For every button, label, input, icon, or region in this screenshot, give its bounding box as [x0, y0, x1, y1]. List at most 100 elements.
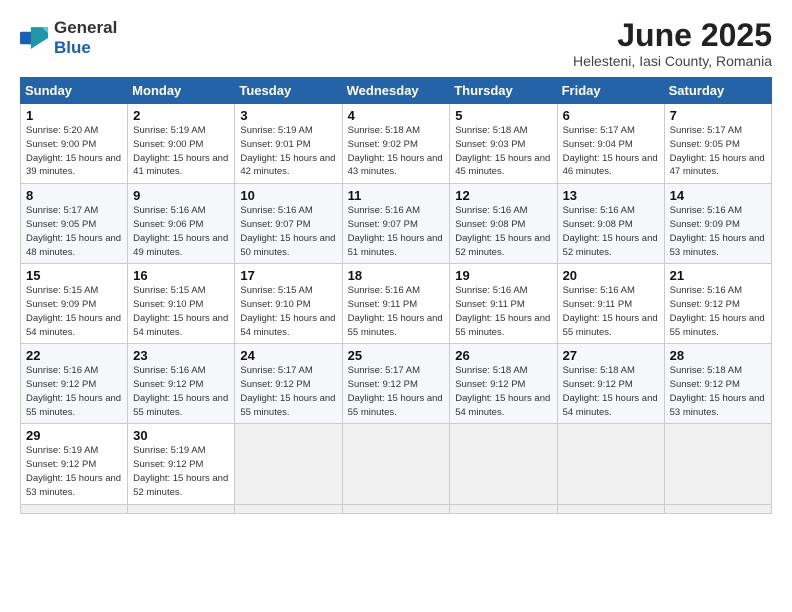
table-row — [235, 504, 342, 513]
day-info: Sunrise: 5:18 AMSunset: 9:12 PMDaylight:… — [455, 364, 551, 419]
table-row: 2 Sunrise: 5:19 AMSunset: 9:00 PMDayligh… — [128, 104, 235, 184]
table-row: 16 Sunrise: 5:15 AMSunset: 9:10 PMDaylig… — [128, 264, 235, 344]
day-number: 6 — [563, 108, 659, 123]
day-info: Sunrise: 5:15 AMSunset: 9:10 PMDaylight:… — [133, 284, 229, 339]
day-info: Sunrise: 5:15 AMSunset: 9:10 PMDaylight:… — [240, 284, 336, 339]
day-info: Sunrise: 5:19 AMSunset: 9:12 PMDaylight:… — [26, 444, 122, 499]
table-row — [342, 424, 450, 504]
header-row: General Blue June 2025 Helesteni, Iasi C… — [20, 18, 772, 69]
table-row — [342, 504, 450, 513]
day-info: Sunrise: 5:19 AMSunset: 9:12 PMDaylight:… — [133, 444, 229, 499]
day-info: Sunrise: 5:17 AMSunset: 9:05 PMDaylight:… — [670, 124, 766, 179]
day-info: Sunrise: 5:16 AMSunset: 9:11 PMDaylight:… — [348, 284, 445, 339]
day-number: 17 — [240, 268, 336, 283]
table-row: 26 Sunrise: 5:18 AMSunset: 9:12 PMDaylig… — [450, 344, 557, 424]
day-number: 5 — [455, 108, 551, 123]
logo: General Blue — [20, 18, 117, 58]
th-wednesday: Wednesday — [342, 78, 450, 104]
day-info: Sunrise: 5:16 AMSunset: 9:07 PMDaylight:… — [240, 204, 336, 259]
th-tuesday: Tuesday — [235, 78, 342, 104]
table-row: 13 Sunrise: 5:16 AMSunset: 9:08 PMDaylig… — [557, 184, 664, 264]
day-number: 24 — [240, 348, 336, 363]
day-info: Sunrise: 5:16 AMSunset: 9:11 PMDaylight:… — [563, 284, 659, 339]
day-info: Sunrise: 5:16 AMSunset: 9:08 PMDaylight:… — [455, 204, 551, 259]
logo-blue: Blue — [54, 38, 91, 57]
calendar-table: Sunday Monday Tuesday Wednesday Thursday… — [20, 77, 772, 513]
table-row — [664, 424, 771, 504]
day-info: Sunrise: 5:18 AMSunset: 9:12 PMDaylight:… — [670, 364, 766, 419]
day-number: 25 — [348, 348, 445, 363]
day-number: 10 — [240, 188, 336, 203]
table-row: 27 Sunrise: 5:18 AMSunset: 9:12 PMDaylig… — [557, 344, 664, 424]
day-number: 11 — [348, 188, 445, 203]
day-info: Sunrise: 5:16 AMSunset: 9:06 PMDaylight:… — [133, 204, 229, 259]
day-info: Sunrise: 5:17 AMSunset: 9:04 PMDaylight:… — [563, 124, 659, 179]
table-row: 7 Sunrise: 5:17 AMSunset: 9:05 PMDayligh… — [664, 104, 771, 184]
page: General Blue June 2025 Helesteni, Iasi C… — [0, 0, 792, 612]
day-info: Sunrise: 5:15 AMSunset: 9:09 PMDaylight:… — [26, 284, 122, 339]
day-number: 21 — [670, 268, 766, 283]
table-row: 17 Sunrise: 5:15 AMSunset: 9:10 PMDaylig… — [235, 264, 342, 344]
day-info: Sunrise: 5:19 AMSunset: 9:00 PMDaylight:… — [133, 124, 229, 179]
table-row: 20 Sunrise: 5:16 AMSunset: 9:11 PMDaylig… — [557, 264, 664, 344]
table-row: 21 Sunrise: 5:16 AMSunset: 9:12 PMDaylig… — [664, 264, 771, 344]
calendar-week-row — [21, 504, 772, 513]
table-row — [21, 504, 128, 513]
table-row: 8 Sunrise: 5:17 AMSunset: 9:05 PMDayligh… — [21, 184, 128, 264]
table-row: 3 Sunrise: 5:19 AMSunset: 9:01 PMDayligh… — [235, 104, 342, 184]
day-number: 22 — [26, 348, 122, 363]
table-row — [235, 424, 342, 504]
day-number: 13 — [563, 188, 659, 203]
day-info: Sunrise: 5:16 AMSunset: 9:12 PMDaylight:… — [133, 364, 229, 419]
calendar-header-row: Sunday Monday Tuesday Wednesday Thursday… — [21, 78, 772, 104]
location-title: Helesteni, Iasi County, Romania — [573, 53, 772, 69]
th-sunday: Sunday — [21, 78, 128, 104]
day-info: Sunrise: 5:16 AMSunset: 9:08 PMDaylight:… — [563, 204, 659, 259]
day-number: 18 — [348, 268, 445, 283]
th-saturday: Saturday — [664, 78, 771, 104]
day-number: 15 — [26, 268, 122, 283]
calendar-week-row: 22 Sunrise: 5:16 AMSunset: 9:12 PMDaylig… — [21, 344, 772, 424]
th-monday: Monday — [128, 78, 235, 104]
th-thursday: Thursday — [450, 78, 557, 104]
table-row: 18 Sunrise: 5:16 AMSunset: 9:11 PMDaylig… — [342, 264, 450, 344]
table-row: 28 Sunrise: 5:18 AMSunset: 9:12 PMDaylig… — [664, 344, 771, 424]
table-row — [557, 424, 664, 504]
day-info: Sunrise: 5:16 AMSunset: 9:11 PMDaylight:… — [455, 284, 551, 339]
day-number: 20 — [563, 268, 659, 283]
day-number: 19 — [455, 268, 551, 283]
day-number: 27 — [563, 348, 659, 363]
table-row — [664, 504, 771, 513]
day-number: 23 — [133, 348, 229, 363]
table-row: 12 Sunrise: 5:16 AMSunset: 9:08 PMDaylig… — [450, 184, 557, 264]
table-row: 30 Sunrise: 5:19 AMSunset: 9:12 PMDaylig… — [128, 424, 235, 504]
table-row — [128, 504, 235, 513]
th-friday: Friday — [557, 78, 664, 104]
day-info: Sunrise: 5:18 AMSunset: 9:12 PMDaylight:… — [563, 364, 659, 419]
logo-general: General — [54, 18, 117, 37]
table-row — [450, 504, 557, 513]
table-row: 14 Sunrise: 5:16 AMSunset: 9:09 PMDaylig… — [664, 184, 771, 264]
table-row: 29 Sunrise: 5:19 AMSunset: 9:12 PMDaylig… — [21, 424, 128, 504]
day-info: Sunrise: 5:17 AMSunset: 9:05 PMDaylight:… — [26, 204, 122, 259]
day-number: 1 — [26, 108, 122, 123]
table-row: 19 Sunrise: 5:16 AMSunset: 9:11 PMDaylig… — [450, 264, 557, 344]
day-number: 30 — [133, 428, 229, 443]
month-title: June 2025 — [573, 18, 772, 53]
table-row: 25 Sunrise: 5:17 AMSunset: 9:12 PMDaylig… — [342, 344, 450, 424]
table-row: 1 Sunrise: 5:20 AMSunset: 9:00 PMDayligh… — [21, 104, 128, 184]
day-number: 29 — [26, 428, 122, 443]
logo-text: General Blue — [54, 18, 117, 58]
table-row: 6 Sunrise: 5:17 AMSunset: 9:04 PMDayligh… — [557, 104, 664, 184]
logo-icon — [20, 27, 48, 49]
calendar-week-row: 29 Sunrise: 5:19 AMSunset: 9:12 PMDaylig… — [21, 424, 772, 504]
table-row: 10 Sunrise: 5:16 AMSunset: 9:07 PMDaylig… — [235, 184, 342, 264]
day-number: 9 — [133, 188, 229, 203]
day-info: Sunrise: 5:19 AMSunset: 9:01 PMDaylight:… — [240, 124, 336, 179]
day-number: 12 — [455, 188, 551, 203]
day-info: Sunrise: 5:16 AMSunset: 9:12 PMDaylight:… — [26, 364, 122, 419]
day-info: Sunrise: 5:17 AMSunset: 9:12 PMDaylight:… — [348, 364, 445, 419]
day-info: Sunrise: 5:18 AMSunset: 9:02 PMDaylight:… — [348, 124, 445, 179]
day-info: Sunrise: 5:17 AMSunset: 9:12 PMDaylight:… — [240, 364, 336, 419]
title-block: June 2025 Helesteni, Iasi County, Romani… — [573, 18, 772, 69]
